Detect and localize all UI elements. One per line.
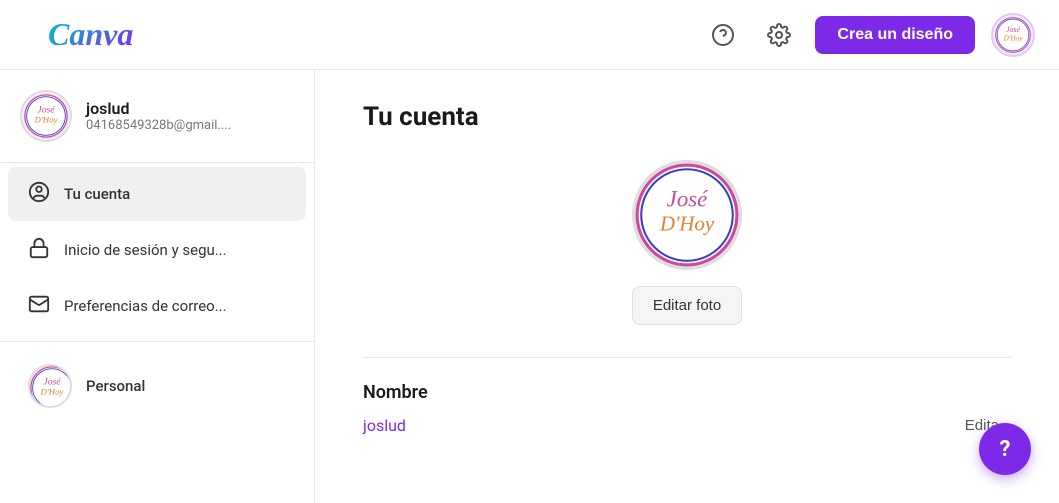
- profile-photo-section: José D'Hoy Editar foto: [363, 160, 1011, 325]
- field-value-nombre: joslud: [363, 416, 406, 435]
- svg-text:D'Hoy: D'Hoy: [659, 213, 715, 236]
- sidebar-item-preferencias-correo[interactable]: Preferencias de correo...: [8, 279, 306, 333]
- user-circle-icon: [28, 181, 50, 207]
- sidebar-user-info: José D'Hoy joslud 04168549328b@gmail....: [0, 70, 314, 158]
- svg-text:José: José: [1006, 25, 1021, 34]
- lock-icon: [28, 237, 50, 263]
- create-design-button[interactable]: Crea un diseño: [815, 16, 975, 54]
- sidebar-item-label: Preferencias de correo...: [64, 297, 227, 315]
- canva-logo: Canva: [48, 16, 133, 53]
- svg-text:José: José: [43, 376, 61, 387]
- main-content: Tu cuenta José D'Hoy Editar foto Nombre …: [315, 70, 1059, 503]
- sidebar-user-email: 04168549328b@gmail....: [86, 118, 231, 133]
- field-section-nombre: Nombre joslud Edita: [363, 382, 1011, 440]
- profile-avatar-large: José D'Hoy: [632, 160, 742, 270]
- sidebar-username: joslud: [86, 99, 231, 118]
- sidebar-team-personal[interactable]: José D'Hoy Personal: [8, 350, 306, 422]
- sidebar-user-text: joslud 04168549328b@gmail....: [86, 99, 231, 133]
- sidebar-user-avatar: José D'Hoy: [20, 90, 72, 142]
- header: Canva Crea un diseño José D'Hoy: [0, 0, 1059, 70]
- content-divider: [363, 357, 1011, 358]
- team-avatar: José D'Hoy: [28, 364, 72, 408]
- sidebar-divider-1: [0, 162, 314, 163]
- sidebar-divider-2: [0, 341, 314, 342]
- main-layout: José D'Hoy joslud 04168549328b@gmail....…: [0, 70, 1059, 503]
- svg-text:D'Hoy: D'Hoy: [1003, 34, 1024, 42]
- header-right: Crea un diseño José D'Hoy: [703, 13, 1035, 57]
- svg-text:D'Hoy: D'Hoy: [40, 387, 64, 397]
- field-row-nombre: joslud Edita: [363, 411, 1011, 440]
- settings-icon-button[interactable]: [759, 15, 799, 55]
- edit-photo-button[interactable]: Editar foto: [632, 286, 742, 325]
- help-bubble-button[interactable]: ?: [979, 423, 1031, 475]
- sidebar-item-tu-cuenta[interactable]: Tu cuenta: [8, 167, 306, 221]
- page-title: Tu cuenta: [363, 102, 1011, 132]
- field-label-nombre: Nombre: [363, 382, 1011, 403]
- header-left: Canva: [24, 16, 133, 53]
- sidebar-item-inicio-sesion[interactable]: Inicio de sesión y segu...: [8, 223, 306, 277]
- header-avatar[interactable]: José D'Hoy: [991, 13, 1035, 57]
- sidebar: José D'Hoy joslud 04168549328b@gmail....…: [0, 70, 315, 503]
- sidebar-item-label: Tu cuenta: [64, 185, 130, 203]
- hamburger-button[interactable]: [24, 18, 32, 52]
- sidebar-item-label: Inicio de sesión y segu...: [64, 241, 227, 259]
- svg-text:José: José: [37, 104, 55, 115]
- svg-text:D'Hoy: D'Hoy: [34, 115, 58, 125]
- email-icon: [28, 293, 50, 319]
- help-icon-button[interactable]: [703, 15, 743, 55]
- svg-text:José: José: [667, 187, 708, 212]
- sidebar-team-label: Personal: [86, 377, 145, 395]
